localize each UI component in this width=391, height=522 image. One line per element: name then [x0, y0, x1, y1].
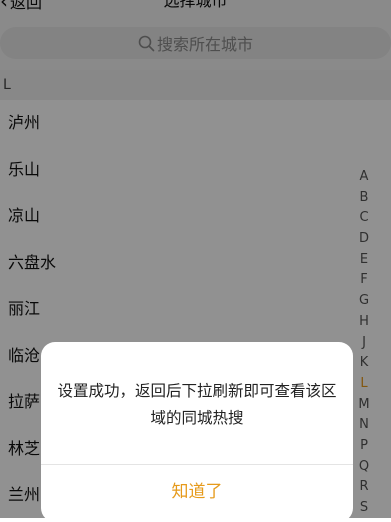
- success-dialog: 设置成功，返回后下拉刷新即可查看该区域的同城热搜 知道了: [41, 342, 353, 522]
- confirm-button[interactable]: 知道了: [41, 465, 353, 522]
- dialog-message: 设置成功，返回后下拉刷新即可查看该区域的同城热搜: [57, 382, 337, 427]
